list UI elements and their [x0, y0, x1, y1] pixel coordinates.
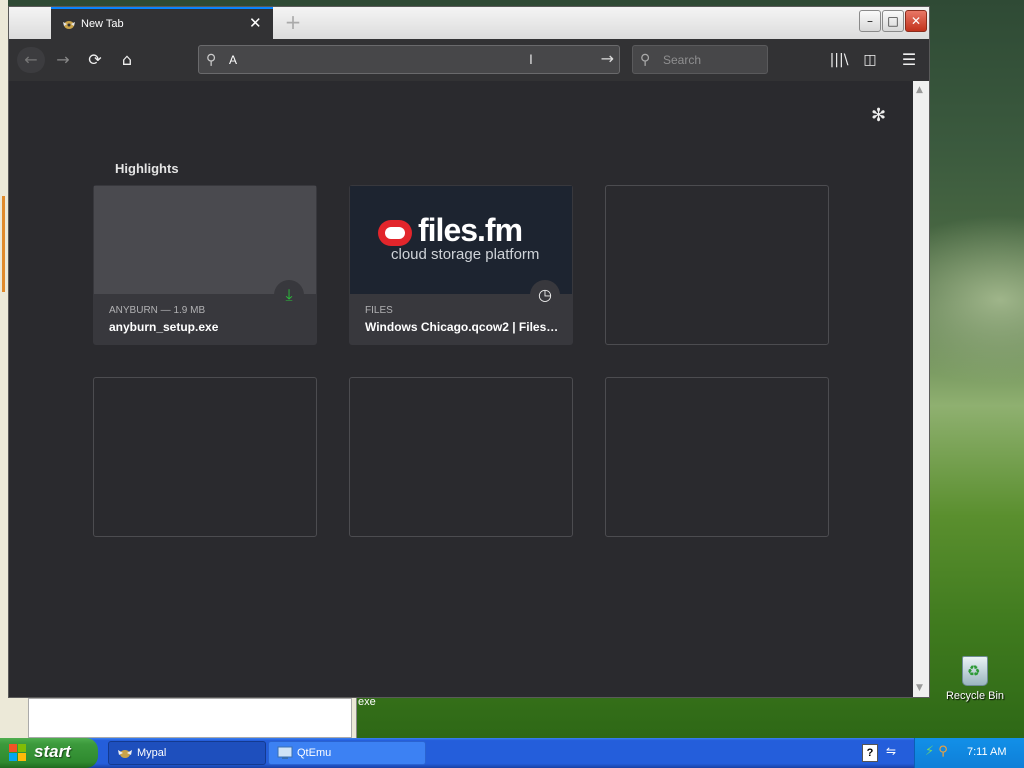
- new-tab-button[interactable]: +: [281, 9, 305, 35]
- recycle-bin-shortcut[interactable]: Recycle Bin: [940, 656, 1010, 702]
- logo-subtitle: cloud storage platform: [391, 246, 540, 263]
- recycle-bin-label: Recycle Bin: [945, 690, 1005, 702]
- maximize-button[interactable]: □: [882, 10, 904, 32]
- card-meta: FILES: [365, 305, 393, 316]
- tray-expand-icon[interactable]: ⇋: [886, 744, 896, 758]
- library-button[interactable]: |||\: [825, 47, 853, 73]
- recycle-bin-icon: [962, 656, 988, 686]
- card-meta: ANYBURN — 1.9 MB: [109, 305, 206, 316]
- navigation-toolbar: ← → ⟳ ⌂ ⚲ I → ⚲ |||\ ◫ ☰: [9, 39, 929, 81]
- download-icon: ⤓: [274, 280, 304, 310]
- url-input[interactable]: [229, 50, 589, 69]
- minimize-button[interactable]: –: [859, 10, 881, 32]
- network-icon[interactable]: ⚡: [925, 744, 934, 759]
- clock[interactable]: 7:11 AM: [967, 746, 1007, 758]
- hamburger-menu-button[interactable]: ☰: [895, 47, 923, 73]
- empty-card-placeholder: [605, 185, 829, 345]
- forward-button[interactable]: →: [49, 47, 77, 73]
- start-button[interactable]: start: [0, 738, 98, 768]
- empty-card-placeholder: [349, 377, 573, 537]
- logo-text: files.fm: [418, 212, 523, 248]
- background-window-accent: [2, 196, 5, 292]
- windows-flag-icon: [9, 744, 27, 762]
- background-window-edge: [0, 0, 8, 700]
- reload-button[interactable]: ⟳: [81, 47, 109, 73]
- cloud-icon: [378, 220, 412, 246]
- taskbar: start Mypal QtEmu ? ⇋ ⚡ ⚲ 7:11 AM: [0, 738, 1024, 768]
- help-icon[interactable]: ?: [862, 744, 878, 762]
- close-window-button[interactable]: ✕: [905, 10, 927, 32]
- empty-card-placeholder: [605, 377, 829, 537]
- tray-icons[interactable]: ⚡ ⚲: [925, 744, 948, 759]
- magnifier-icon[interactable]: ⚲: [938, 744, 948, 759]
- new-tab-page: ✻ Highlights ⤓ ANYBURN — 1.9 MB anyburn_…: [9, 81, 913, 697]
- tab-new-tab[interactable]: New Tab ✕: [51, 7, 273, 39]
- scroll-up-arrow-icon[interactable]: ▲: [916, 85, 923, 95]
- vertical-scrollbar[interactable]: ▲ ▼: [913, 81, 929, 697]
- card-title: anyburn_setup.exe: [109, 320, 219, 334]
- home-button[interactable]: ⌂: [113, 47, 141, 73]
- mypal-icon: [118, 750, 132, 758]
- flag-red: [9, 744, 17, 752]
- title-bar[interactable]: New Tab ✕ + – □ ✕: [9, 7, 929, 39]
- flag-blue: [9, 753, 17, 761]
- qtemu-icon: [277, 746, 293, 759]
- search-icon: ⚲: [640, 52, 651, 68]
- browser-window: New Tab ✕ + – □ ✕ ← → ⟳ ⌂ ⚲ I → ⚲ |||\ ◫…: [8, 6, 930, 698]
- mypal-favicon-icon: [63, 21, 75, 29]
- search-input[interactable]: [663, 51, 759, 69]
- start-label: start: [34, 742, 71, 761]
- taskbar-item-label: Mypal: [137, 747, 167, 759]
- gear-icon[interactable]: ✻: [871, 105, 886, 126]
- text-cursor-icon: I: [529, 51, 533, 67]
- tab-title: New Tab: [81, 18, 124, 30]
- go-arrow-icon[interactable]: →: [601, 49, 614, 68]
- sidebar-toggle-button[interactable]: ◫: [856, 47, 884, 73]
- card-title: Windows Chicago.qcow2 | Files.fm: [365, 320, 561, 334]
- flag-yellow: [18, 753, 26, 761]
- url-bar[interactable]: ⚲ I →: [198, 45, 620, 74]
- highlights-heading: Highlights: [115, 161, 179, 176]
- highlight-card[interactable]: files.fm cloud storage platform ◷ FILES …: [349, 185, 573, 345]
- search-icon: ⚲: [206, 52, 217, 68]
- card-thumbnail: [94, 186, 316, 294]
- highlight-card[interactable]: ⤓ ANYBURN — 1.9 MB anyburn_setup.exe: [93, 185, 317, 345]
- empty-card-placeholder: [93, 377, 317, 537]
- background-window-pane: [28, 698, 352, 738]
- scroll-down-arrow-icon[interactable]: ▼: [916, 683, 923, 693]
- taskbar-item-qtemu[interactable]: QtEmu: [268, 741, 426, 765]
- clock-icon: ◷: [530, 280, 560, 310]
- taskbar-item-mypal[interactable]: Mypal: [108, 741, 266, 765]
- taskbar-item-label: QtEmu: [297, 747, 332, 759]
- flag-green: [18, 744, 26, 752]
- card-thumbnail: files.fm cloud storage platform: [350, 186, 572, 294]
- search-bar[interactable]: ⚲: [632, 45, 768, 74]
- system-tray: ⚡ ⚲ 7:11 AM: [914, 738, 1024, 768]
- files-fm-logo: files.fm cloud storage platform: [378, 212, 558, 264]
- tab-close-icon[interactable]: ✕: [249, 14, 262, 32]
- back-button[interactable]: ←: [17, 47, 45, 73]
